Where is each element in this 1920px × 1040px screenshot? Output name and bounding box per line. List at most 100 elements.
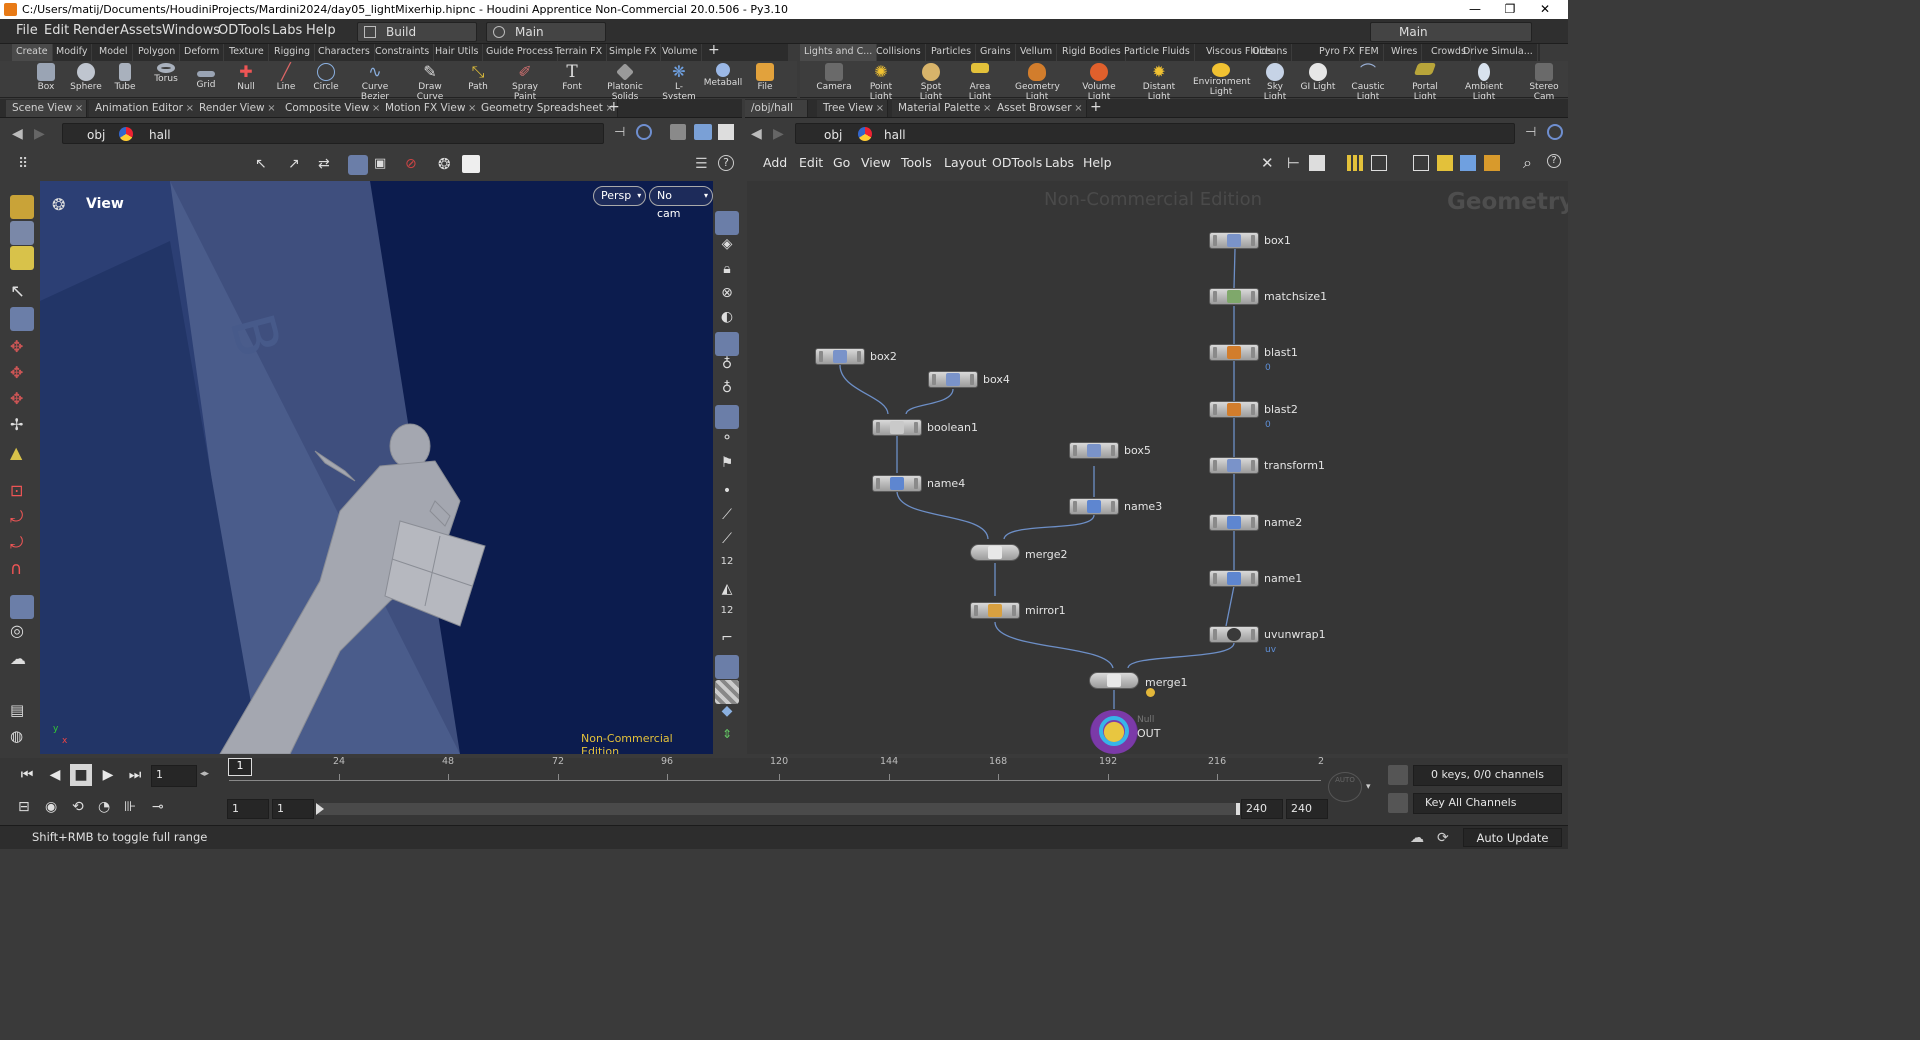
tool-metaball[interactable]: Metaball	[703, 61, 743, 88]
tab-asset-browser[interactable]: Asset Browser ×	[991, 100, 1087, 117]
main-selector[interactable]: Main	[486, 22, 606, 42]
node-name4[interactable]	[872, 475, 922, 492]
auto-key-button[interactable]: AUTO	[1328, 772, 1362, 802]
range-start2-field[interactable]: 1	[272, 799, 314, 819]
menu-render[interactable]: Render	[73, 23, 119, 38]
pin-icon[interactable]: ⊣	[614, 125, 625, 140]
paint-tool-icon[interactable]: ▲	[10, 443, 34, 467]
search-icon[interactable]: ⌕	[1523, 153, 1532, 173]
camera-menu-button[interactable]: No cam ▾	[649, 186, 713, 220]
list-icon[interactable]	[1309, 155, 1325, 171]
tool-caustic-light[interactable]: ⌒ Caustic Light	[1341, 61, 1395, 103]
cloud-icon[interactable]: ☁	[1410, 830, 1424, 846]
tool-l-system[interactable]: ❋ L-System	[659, 61, 699, 103]
uv-icon[interactable]: ⌐	[715, 630, 739, 654]
tool-distant-light[interactable]: ✹ Distant Light	[1132, 61, 1186, 103]
node-box4[interactable]	[928, 371, 978, 388]
shelf-tab-guide-process[interactable]: Guide Process	[482, 44, 558, 61]
node-name1[interactable]	[1209, 570, 1259, 587]
node-boolean1[interactable]	[872, 419, 922, 436]
timeline-track[interactable]	[229, 780, 1321, 781]
tree-icon[interactable]: ⊢	[1287, 154, 1300, 172]
camera-link-icon[interactable]	[694, 124, 712, 140]
tool-grid[interactable]: Grid	[186, 61, 226, 90]
tab-render-view[interactable]: Render View ×	[193, 100, 280, 117]
play-icon[interactable]: ▶	[97, 764, 119, 786]
tool-ambient-light[interactable]: Ambient Light	[1456, 61, 1512, 102]
close-tab-icon[interactable]: ×	[1074, 100, 1082, 117]
node-box1[interactable]	[1209, 232, 1259, 249]
keys-channels-field[interactable]: 0 keys, 0/0 channels	[1413, 765, 1562, 786]
lighting-icon[interactable]	[715, 332, 739, 356]
edge-icon[interactable]: ⟋	[715, 507, 739, 531]
shade-icon[interactable]: ◐	[715, 309, 739, 333]
forward-arrow-icon[interactable]: ▶	[34, 126, 45, 142]
lock-tool-icon[interactable]	[10, 307, 34, 331]
scroll-arrows-icon[interactable]: ⇕	[715, 727, 739, 751]
net-menu-edit[interactable]: Edit	[799, 155, 823, 170]
sticky-note-icon[interactable]	[1437, 155, 1453, 171]
menu-edit[interactable]: Edit	[44, 23, 69, 38]
node-mirror1[interactable]	[970, 602, 1020, 619]
flipbook-icon[interactable]	[462, 155, 480, 173]
layers-icon[interactable]: ▤	[10, 701, 34, 725]
range-icon[interactable]: ⊟	[18, 799, 38, 819]
tool-area-light[interactable]: Area Light	[958, 61, 1002, 102]
node-transform1[interactable]	[1209, 457, 1259, 474]
guide-icon[interactable]: ◆	[715, 703, 739, 727]
crumb-hall[interactable]: hall	[884, 128, 906, 142]
node-uvunwrap1[interactable]	[1209, 626, 1259, 643]
crumb-obj[interactable]: obj	[87, 128, 105, 142]
lock-icon[interactable]: 🔒︎	[715, 261, 739, 285]
menu-file[interactable]: File	[16, 23, 38, 38]
node-merge1[interactable]	[1089, 672, 1139, 689]
shading-icon[interactable]: ◍	[10, 727, 34, 751]
node-box2[interactable]	[815, 348, 865, 365]
tool-font[interactable]: T Font	[552, 61, 592, 92]
tool-circle[interactable]: Circle	[306, 61, 346, 92]
menu-labs[interactable]: Labs	[272, 23, 302, 38]
tab-obj-hall[interactable]: /obj/hall×	[745, 100, 851, 117]
cube-view-icon[interactable]	[670, 124, 686, 140]
select-tool-icon[interactable]	[10, 195, 34, 219]
menu-assets[interactable]: Assets	[120, 23, 162, 38]
tool-line[interactable]: ╱ Line	[266, 61, 306, 93]
back-arrow-icon[interactable]: ◀	[751, 126, 762, 142]
key-channels-icon[interactable]	[1388, 793, 1408, 813]
forward-arrow-icon[interactable]: ▶	[773, 126, 784, 142]
auto-update-menu[interactable]: Auto Update	[1463, 828, 1562, 847]
tab-material-palette[interactable]: Material Palette ×	[892, 100, 996, 117]
light-tool-icon[interactable]: ☁	[10, 649, 34, 673]
shelf-tab-polygon[interactable]: Polygon	[134, 44, 181, 61]
node-blast1[interactable]	[1209, 344, 1259, 361]
current-frame-field[interactable]: 1	[151, 765, 197, 787]
desktop-selector[interactable]: Build	[357, 22, 477, 42]
no-entry-icon[interactable]: ⊘	[405, 156, 417, 172]
tool-point-light[interactable]: ✺ Point Light	[859, 61, 903, 103]
range-start-field[interactable]: 1	[227, 799, 269, 819]
tools-icon[interactable]: ✕	[1261, 154, 1274, 172]
tool-sky-light[interactable]: Sky Light	[1255, 61, 1295, 102]
step-arrows-icon[interactable]: ◂▸	[200, 769, 209, 779]
transform-handle-icon[interactable]: ⇄	[318, 156, 330, 172]
node-name3[interactable]	[1069, 498, 1119, 515]
net-menu-labs[interactable]: Labs	[1045, 155, 1074, 170]
node-out[interactable]	[1090, 710, 1138, 754]
shelf-tab-texture[interactable]: Texture	[225, 44, 269, 61]
range-end-field[interactable]: 240	[1241, 799, 1283, 819]
add-tab-icon[interactable]: +	[608, 99, 620, 115]
node-blast2[interactable]	[1209, 401, 1259, 418]
close-button[interactable]: ✕	[1522, 0, 1568, 19]
shelf-tab-fem[interactable]: FEM	[1355, 44, 1384, 61]
realtime-icon[interactable]: ◔	[98, 799, 118, 819]
view-tool-icon[interactable]	[10, 595, 34, 619]
ground-icon[interactable]	[715, 655, 739, 679]
back-arrow-icon[interactable]: ◀	[12, 126, 23, 142]
shelf-tab-collisions[interactable]: Collisions	[872, 44, 926, 61]
image-icon[interactable]	[1460, 155, 1476, 171]
tool-path[interactable]: ⤡ Path	[458, 61, 498, 93]
add-tab-icon[interactable]: +	[1090, 99, 1102, 115]
loop-icon[interactable]: ⟲	[72, 799, 92, 819]
tool-portal-light[interactable]: Portal Light	[1400, 61, 1450, 102]
tool-sphere[interactable]: Sphere	[66, 61, 106, 92]
